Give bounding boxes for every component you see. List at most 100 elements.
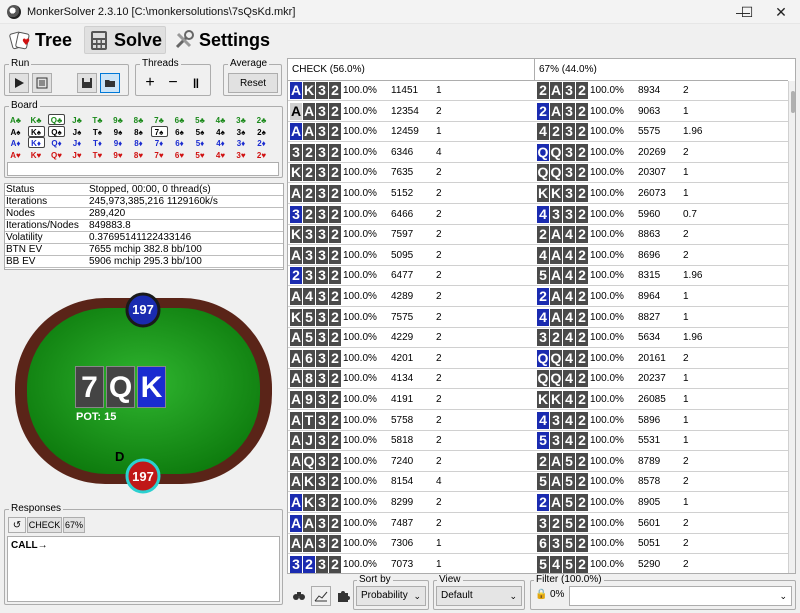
board-card-picker[interactable]: 3♣ [233,114,250,125]
response-check-button[interactable]: CHECK [27,517,62,533]
table-row[interactable]: A 5 3 2 100.0% 4229 2 3 2 4 2 100.0% 5634 1.96 [288,328,788,349]
board-card-picker[interactable]: K♥ [28,149,45,160]
board-card-picker[interactable]: J♠ [69,126,86,137]
table-row[interactable]: A 8 3 2 100.0% 4134 2 Q Q 4 2 100.0% 20237 1 [288,369,788,390]
board-card-picker[interactable]: 4♠ [212,126,229,137]
board-card-picker[interactable]: 5♠ [192,126,209,137]
table-row[interactable]: A A 3 2 100.0% 7487 2 3 2 5 2 100.0% 5601 2 [288,514,788,534]
board-card-picker[interactable]: 6♦ [171,137,188,148]
board-card-picker[interactable]: 2♥ [253,149,270,160]
filter-input[interactable]: ⌄ [569,586,792,606]
tab-tree[interactable]: ♥ Tree [6,26,75,54]
board-card-picker[interactable]: A♠ [7,126,24,137]
board-card-picker[interactable]: 4♣ [212,114,229,125]
table-row[interactable]: A 9 3 2 100.0% 4191 2 K K 4 2 100.0% 26085 1 [288,390,788,410]
table-row[interactable]: A A 3 2 100.0% 7306 1 6 3 5 2 100.0% 5051 2 [288,534,788,555]
board-card-picker[interactable]: 7♣ [151,114,168,125]
board-card-picker[interactable]: T♦ [89,137,106,148]
board-card-picker[interactable]: J♣ [69,114,86,125]
board-card-picker[interactable]: 7♠ [150,125,168,137]
board-card-picker[interactable]: Q♠ [48,125,65,137]
play-button[interactable] [9,73,29,93]
table-row[interactable]: A 3 3 2 100.0% 5095 2 4 A 4 2 100.0% 8696 2 [288,246,788,266]
table-row[interactable]: A K 3 2 100.0% 8299 2 2 A 5 2 100.0% 8905 1 [288,493,788,513]
graph-button[interactable] [311,586,331,606]
table-row[interactable]: 3 2 3 2 100.0% 6466 2 4 3 3 2 100.0% 5960 0.7 [288,205,788,225]
board-card-picker[interactable]: 4♥ [212,149,229,160]
board-card-picker[interactable]: J♥ [69,149,86,160]
board-card-picker[interactable]: 2♣ [253,114,270,125]
list-button[interactable] [32,73,52,93]
board-card-picker[interactable]: A♥ [7,149,24,160]
tab-solve[interactable]: Solve [84,26,167,54]
scrollbar-thumb[interactable] [791,91,795,113]
board-card-picker[interactable]: 6♣ [171,114,188,125]
board-card-picker[interactable]: 9♦ [110,137,127,148]
table-row[interactable]: A A 3 2 100.0% 12459 1 4 2 3 2 100.0% 5575 1.96 [288,122,788,143]
board-card-picker[interactable]: K♦ [27,137,45,148]
table-row[interactable]: A 2 3 2 100.0% 5152 2 K K 3 2 100.0% 26073 1 [288,184,788,204]
board-card-picker[interactable]: 2♠ [253,126,270,137]
table-row[interactable]: 3 2 3 2 100.0% 6346 4 Q Q 3 2 100.0% 20269 2 [288,143,788,163]
close-button[interactable]: ✕ [762,0,800,24]
binoculars-button[interactable] [289,586,309,606]
lock-icon[interactable]: 🔒 [535,589,547,600]
sort-dropdown[interactable]: Probability ⌄ [356,586,426,606]
board-card-picker[interactable]: 9♥ [110,149,127,160]
maximize-button[interactable]: ☐ [728,0,766,24]
board-card-picker[interactable]: 2♦ [253,137,270,148]
board-card-picker[interactable]: K♠ [27,125,45,137]
board-card-picker[interactable]: K♣ [28,114,45,125]
tab-settings[interactable]: Settings [170,26,273,54]
table-row[interactable]: K 2 3 2 100.0% 7635 2 Q Q 3 2 100.0% 20307 1 [288,163,788,184]
save-button[interactable] [77,73,97,93]
table-row[interactable]: 2 3 3 2 100.0% 6477 2 5 A 4 2 100.0% 8315 1.96 [288,266,788,287]
board-card-picker[interactable]: 9♣ [110,114,127,125]
view-dropdown[interactable]: Default ⌄ [436,586,522,606]
board-card-picker[interactable]: T♠ [89,126,106,137]
table-row[interactable]: A A 3 2 100.0% 12354 2 2 A 3 2 100.0% 9063 1 [288,102,788,122]
board-input[interactable] [7,162,279,176]
table-row[interactable]: A K 3 2 100.0% 11451 1 2 A 3 2 100.0% 8934 2 [288,81,788,101]
board-card-picker[interactable]: Q♣ [48,114,65,125]
board-card-picker[interactable]: 9♠ [110,126,127,137]
board-card-picker[interactable]: T♥ [89,149,106,160]
board-card-picker[interactable]: 5♦ [192,137,209,148]
board-card-picker[interactable]: 8♦ [130,137,147,148]
board-card-picker[interactable]: Q♦ [48,137,65,148]
board-card-picker[interactable]: 5♣ [192,114,209,125]
table-row[interactable]: A T 3 2 100.0% 5758 2 4 3 4 2 100.0% 5896 1 [288,411,788,431]
board-card-picker[interactable]: A♣ [7,114,24,125]
table-row[interactable]: A K 3 2 100.0% 8154 4 5 A 5 2 100.0% 8578 2 [288,472,788,493]
board-card-picker[interactable]: 8♠ [130,126,147,137]
reset-button[interactable]: Reset [228,73,278,93]
board-card-picker[interactable]: 4♦ [212,137,229,148]
board-card-picker[interactable]: 3♠ [233,126,250,137]
table-row[interactable]: A Q 3 2 100.0% 7240 2 2 A 5 2 100.0% 8789 2 [288,452,788,472]
remove-thread-button[interactable]: − [163,73,183,93]
board-card-picker[interactable]: 3♥ [233,149,250,160]
back-button[interactable]: ↺ [8,517,26,533]
board-card-picker[interactable]: 6♥ [171,149,188,160]
board-card-picker[interactable]: 5♥ [192,149,209,160]
puzzle-button[interactable] [333,586,353,606]
response-pct-button[interactable]: 67% [63,517,85,533]
board-card-picker[interactable]: 3♦ [233,137,250,148]
board-card-picker[interactable]: 8♥ [130,149,147,160]
board-card-picker[interactable]: A♦ [7,137,24,148]
board-card-picker[interactable]: 7♦ [151,137,168,148]
table-row[interactable]: A 6 3 2 100.0% 4201 2 Q Q 4 2 100.0% 20161 2 [288,349,788,369]
board-card-picker[interactable]: 7♥ [151,149,168,160]
board-card-picker[interactable]: 8♣ [130,114,147,125]
table-row[interactable]: A 4 3 2 100.0% 4289 2 2 A 4 2 100.0% 8964 1 [288,287,788,307]
board-card-picker[interactable]: 6♠ [171,126,188,137]
pause-button[interactable]: ‖ [186,73,206,93]
table-row[interactable]: K 3 3 2 100.0% 7597 2 2 A 4 2 100.0% 8863 2 [288,225,788,246]
board-card-picker[interactable]: T♣ [89,114,106,125]
table-row[interactable]: A J 3 2 100.0% 5818 2 5 3 4 2 100.0% 5531 1 [288,431,788,452]
add-thread-button[interactable]: + [140,73,160,93]
board-card-picker[interactable]: Q♥ [48,149,65,160]
table-row[interactable]: 3 2 3 2 100.0% 7073 1 5 4 5 2 100.0% 5290 2 [288,555,788,573]
open-button[interactable] [100,73,120,93]
board-card-picker[interactable]: J♦ [69,137,86,148]
